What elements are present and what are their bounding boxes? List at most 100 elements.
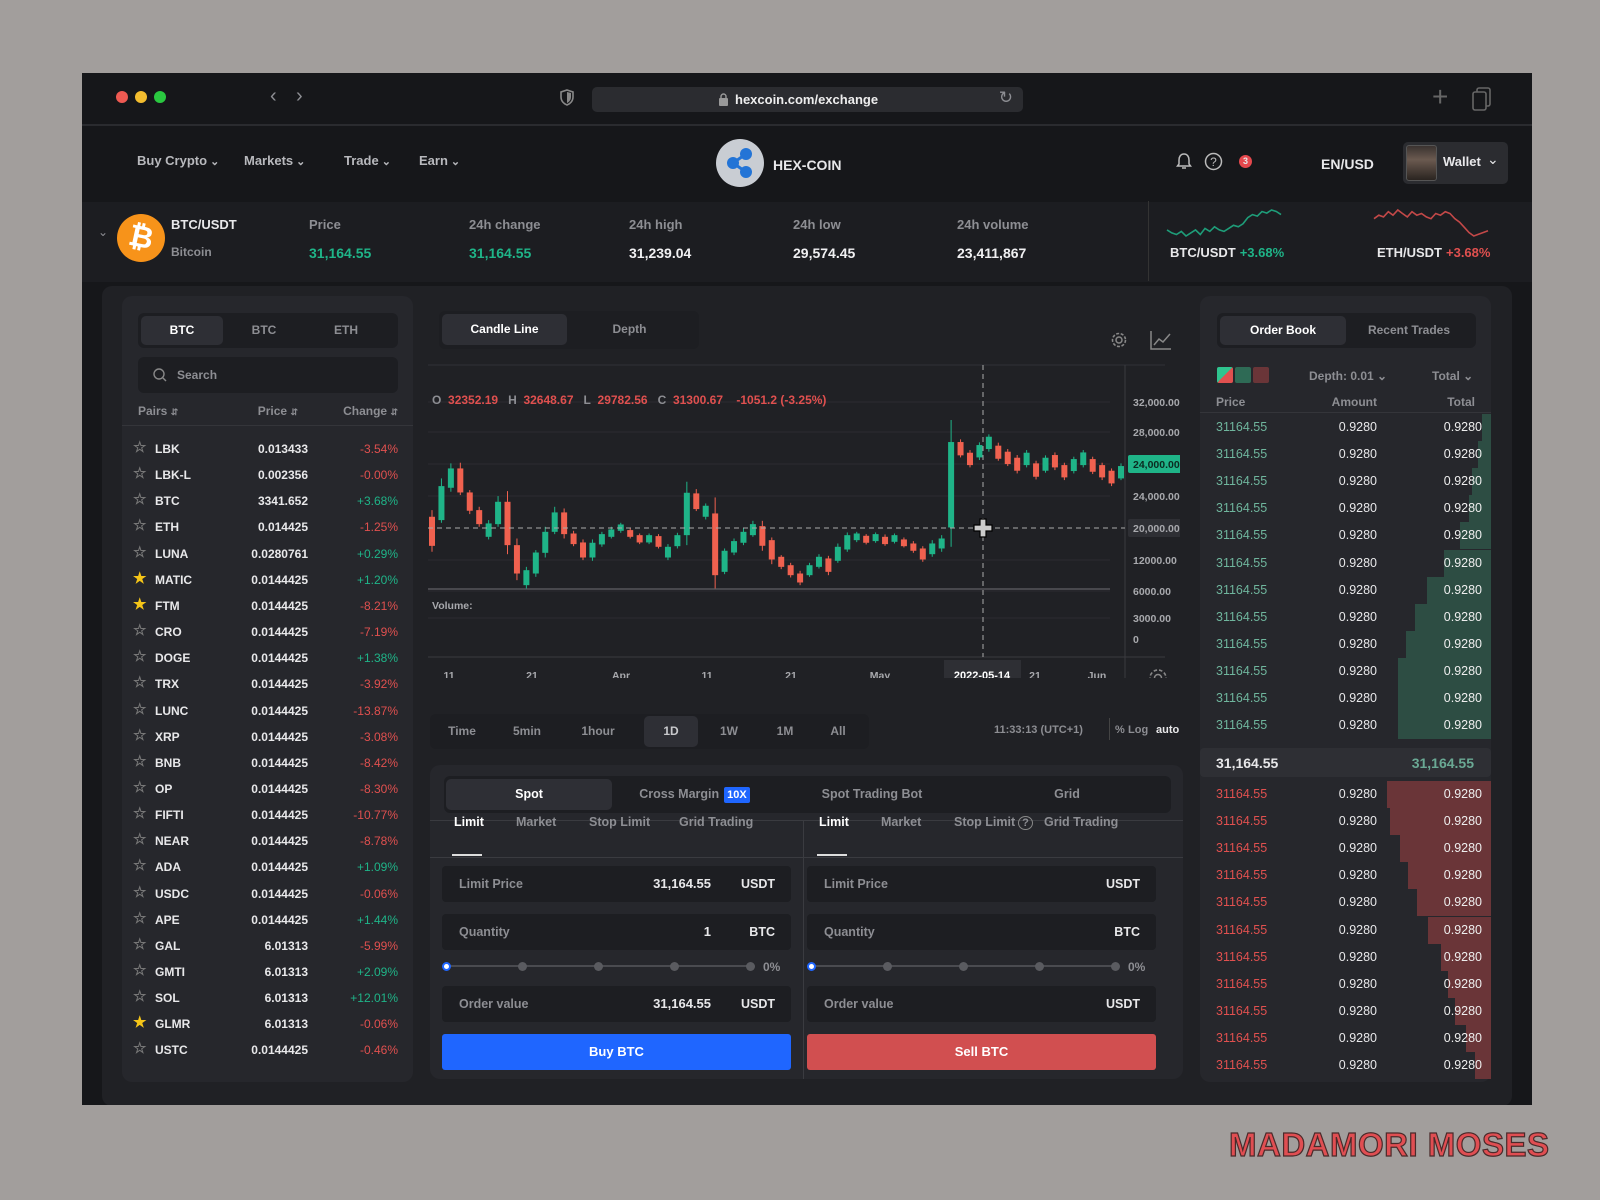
nav-buy-crypto[interactable]: Buy Crypto ⌄ [137, 153, 219, 168]
pair-dropdown-icon[interactable]: ⌄ [98, 225, 108, 239]
star-outline-icon[interactable]: ☆ [133, 984, 146, 1010]
star-outline-icon[interactable]: ☆ [133, 670, 146, 696]
star-outline-icon[interactable]: ☆ [133, 618, 146, 644]
wallet-button[interactable]: Wallet ⌄ [1403, 142, 1508, 184]
star-outline-icon[interactable]: ☆ [133, 461, 146, 487]
bid-row[interactable]: 31164.55 0.9280 0.9280 [1200, 997, 1491, 1025]
col-change-sort[interactable]: Change ⇵ [322, 404, 398, 418]
buy-limit-price-input[interactable]: Limit Price 31,164.55 USDT [442, 866, 791, 902]
chart-settings-icon[interactable] [1109, 330, 1129, 350]
pair-row[interactable]: ☆ BTC 3341.652 +3.68% [122, 488, 413, 514]
ask-row[interactable]: 31164.55 0.9280 0.9280 [1200, 441, 1491, 469]
pair-row[interactable]: ★ FTM 0.0144425 -8.21% [122, 593, 413, 619]
pair-row[interactable]: ☆ BNB 0.0144425 -8.42% [122, 750, 413, 776]
buy-type-2[interactable]: Stop Limit [589, 815, 650, 829]
tabs-overview-icon[interactable] [1472, 87, 1492, 111]
star-filled-icon[interactable]: ★ [133, 592, 146, 618]
depth-select[interactable]: Depth: 0.01 ⌄ [1309, 369, 1387, 383]
star-outline-icon[interactable]: ☆ [133, 801, 146, 827]
notification-badge[interactable]: 3 [1239, 155, 1252, 168]
buy-order-value-input[interactable]: Order value 31,164.55 USDT [442, 986, 791, 1022]
spark-label[interactable]: BTC/USDT +3.68% [1170, 245, 1284, 260]
orderbook-tab-0[interactable]: Order Book [1220, 316, 1346, 345]
star-outline-icon[interactable]: ☆ [133, 749, 146, 775]
slider-step[interactable] [442, 962, 451, 971]
sell-type-2[interactable]: Stop Limit? [954, 815, 1033, 830]
bell-icon[interactable] [1176, 152, 1192, 171]
pair-row[interactable]: ☆ APE 0.0144425 +1.44% [122, 907, 413, 933]
pairs-tab-2[interactable]: ETH [305, 316, 387, 345]
bid-row[interactable]: 31164.55 0.9280 0.9280 [1200, 1052, 1491, 1080]
reload-icon[interactable]: ↻ [999, 88, 1013, 108]
spark-label[interactable]: ETH/USDT +3.68% [1377, 245, 1490, 260]
bid-row[interactable]: 31164.55 0.9280 0.9280 [1200, 862, 1491, 890]
pair-row[interactable]: ☆ LBK 0.013433 -3.54% [122, 436, 413, 462]
timeframe-1w[interactable]: 1W [702, 716, 756, 747]
book-view-both-icon[interactable] [1217, 367, 1233, 383]
pair-row[interactable]: ☆ NEAR 0.0144425 -8.78% [122, 828, 413, 854]
sell-limit-price-input[interactable]: Limit Price USDT [807, 866, 1156, 902]
ask-row[interactable]: 31164.55 0.9280 0.9280 [1200, 495, 1491, 523]
star-filled-icon[interactable]: ★ [133, 1010, 146, 1036]
timeframe-1hour[interactable]: 1hour [564, 716, 632, 747]
chart-tab-0[interactable]: Candle Line [442, 314, 567, 345]
bid-row[interactable]: 31164.55 0.9280 0.9280 [1200, 781, 1491, 809]
pair-row[interactable]: ☆ FIFTI 0.0144425 -10.77% [122, 802, 413, 828]
ask-row[interactable]: 31164.55 0.9280 0.9280 [1200, 603, 1491, 631]
col-pairs-sort[interactable]: Pairs ⇵ [138, 404, 178, 418]
timeframe-time[interactable]: Time [433, 716, 491, 747]
star-outline-icon[interactable]: ☆ [133, 958, 146, 984]
star-outline-icon[interactable]: ☆ [133, 540, 146, 566]
pair-row[interactable]: ☆ CRO 0.0144425 -7.19% [122, 619, 413, 645]
timeframe-1m[interactable]: 1M [758, 716, 812, 747]
sell-order-value-input[interactable]: Order value USDT [807, 986, 1156, 1022]
indicators-icon[interactable] [1150, 330, 1172, 350]
help-icon[interactable]: ? [1204, 152, 1223, 171]
star-outline-icon[interactable]: ☆ [133, 853, 146, 879]
ask-row[interactable]: 31164.55 0.9280 0.9280 [1200, 685, 1491, 713]
pair-row[interactable]: ☆ LUNC 0.0144425 -13.87% [122, 698, 413, 724]
slider-step[interactable] [746, 962, 755, 971]
ask-row[interactable]: 31164.55 0.9280 0.9280 [1200, 414, 1491, 442]
new-tab-icon[interactable]: + [1432, 81, 1448, 113]
pair-row[interactable]: ☆ OP 0.0144425 -8.30% [122, 776, 413, 802]
star-outline-icon[interactable]: ☆ [133, 435, 146, 461]
sell-type-3[interactable]: Grid Trading [1044, 815, 1118, 829]
pair-row[interactable]: ★ GLMR 6.01313 -0.06% [122, 1011, 413, 1037]
pair-row[interactable]: ☆ ADA 0.0144425 +1.09% [122, 854, 413, 880]
pair-row[interactable]: ☆ SOL 6.01313 +12.01% [122, 985, 413, 1011]
col-price-sort[interactable]: Price ⇵ [232, 404, 298, 418]
close-window-button[interactable] [116, 91, 128, 103]
ask-row[interactable]: 31164.55 0.9280 0.9280 [1200, 549, 1491, 577]
ask-row[interactable]: 31164.55 0.9280 0.9280 [1200, 712, 1491, 740]
hexcoin-logo[interactable] [716, 139, 764, 187]
back-icon[interactable]: ‹ [270, 85, 277, 108]
star-outline-icon[interactable]: ☆ [133, 1036, 146, 1062]
timeframe-1d[interactable]: 1D [644, 716, 698, 747]
pair-row[interactable]: ★ MATIC 0.0144425 +1.20% [122, 567, 413, 593]
nav-markets[interactable]: Markets ⌄ [244, 153, 305, 168]
star-outline-icon[interactable]: ☆ [133, 513, 146, 539]
buy-btc-button[interactable]: Buy BTC [442, 1034, 791, 1070]
order-tab-3[interactable]: Grid [967, 779, 1167, 810]
log-scale-toggle[interactable]: Log [1128, 724, 1148, 736]
slider-step[interactable] [670, 962, 679, 971]
total-select[interactable]: Total ⌄ [1432, 369, 1473, 383]
locale-selector[interactable]: EN/USD [1321, 156, 1374, 172]
star-outline-icon[interactable]: ☆ [133, 827, 146, 853]
bid-row[interactable]: 31164.55 0.9280 0.9280 [1200, 1024, 1491, 1052]
buy-type-3[interactable]: Grid Trading [679, 815, 753, 829]
slider-step[interactable] [807, 962, 816, 971]
pairs-tab-1[interactable]: BTC [223, 316, 305, 345]
book-view-asks-icon[interactable] [1253, 367, 1269, 383]
address-bar[interactable]: hexcoin.com/exchange ↻ [592, 87, 1023, 112]
timeframe-5min[interactable]: 5min [497, 716, 557, 747]
pair-row[interactable]: ☆ GAL 6.01313 -5.99% [122, 933, 413, 959]
bid-row[interactable]: 31164.55 0.9280 0.9280 [1200, 835, 1491, 863]
star-filled-icon[interactable]: ★ [133, 566, 146, 592]
sell-btc-button[interactable]: Sell BTC [807, 1034, 1156, 1070]
pair-row[interactable]: ☆ XRP 0.0144425 -3.08% [122, 724, 413, 750]
order-tab-1[interactable]: Cross Margin 10X [612, 779, 777, 810]
forward-icon[interactable]: › [296, 85, 303, 108]
order-tab-2[interactable]: Spot Trading Bot [777, 779, 967, 810]
